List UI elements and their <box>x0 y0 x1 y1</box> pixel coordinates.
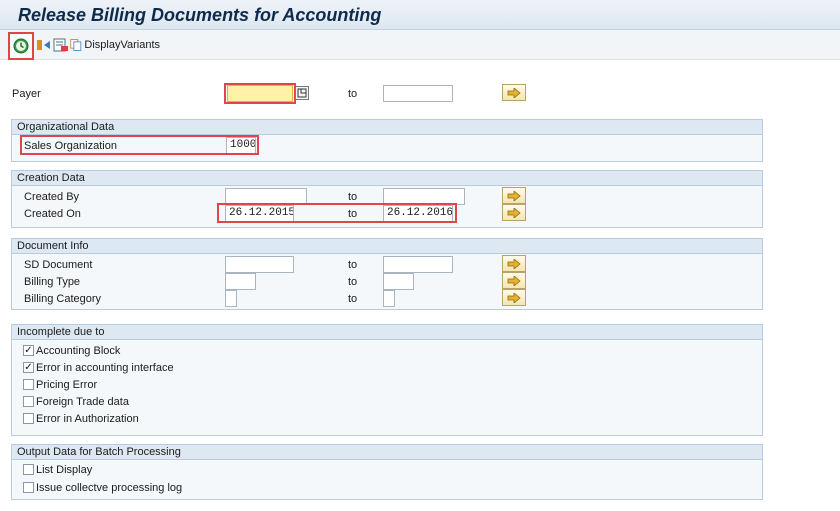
group-header: Incomplete due to <box>12 325 762 340</box>
sales-org-highlight <box>20 135 259 155</box>
created-by-multiple-selection-button[interactable] <box>502 187 526 204</box>
delete-variant-button[interactable] <box>53 34 69 56</box>
checkbox-label: Accounting Block <box>36 345 121 357</box>
billing-type-from-field[interactable] <box>225 273 256 290</box>
arrow-right-icon <box>507 275 521 286</box>
arrow-right-icon <box>507 190 521 201</box>
created-on-highlight <box>217 203 457 223</box>
created-by-label: Created By <box>24 191 80 203</box>
sd-document-label: SD Document <box>24 259 93 271</box>
checkbox-list-display[interactable] <box>23 464 34 475</box>
created-on-multiple-selection-button[interactable] <box>502 204 526 221</box>
checkbox-label: Foreign Trade data <box>36 396 129 408</box>
billing-category-multiple-selection-button[interactable] <box>502 289 526 306</box>
multiple-selection-button[interactable] <box>295 86 309 100</box>
group-header: Document Info <box>12 239 762 254</box>
title-bar: Release Billing Documents for Accounting <box>0 0 840 30</box>
execute-clock-icon <box>13 38 29 54</box>
execute-button[interactable] <box>8 32 34 60</box>
checkbox-label: Error in accounting interface <box>36 362 174 374</box>
checkbox-label: Issue collectve processing log <box>36 482 183 494</box>
page-title: Release Billing Documents for Accounting <box>18 5 382 25</box>
variants-icon <box>70 39 82 51</box>
checkbox-error-in-authorization[interactable] <box>23 413 34 424</box>
application-toolbar: DisplayVariants <box>0 30 840 60</box>
sd-document-to-label: to <box>348 259 358 271</box>
checkbox-accounting-block[interactable]: ✓ <box>23 345 34 356</box>
billing-category-label: Billing Category <box>24 293 102 305</box>
payer-highlight <box>224 83 296 104</box>
get-variant-button[interactable] <box>36 34 52 56</box>
billing-category-to-field[interactable] <box>383 290 395 307</box>
billing-category-to-label: to <box>348 293 358 305</box>
group-header: Organizational Data <box>12 120 762 135</box>
billing-type-to-label: to <box>348 276 358 288</box>
payer-to-field[interactable] <box>383 85 453 102</box>
sd-document-multiple-selection-button[interactable] <box>502 255 526 272</box>
payer-multiple-selection-button[interactable] <box>502 84 526 101</box>
multiple-selection-icon <box>297 88 307 98</box>
billing-type-multiple-selection-button[interactable] <box>502 272 526 289</box>
sd-document-from-field[interactable] <box>225 256 294 273</box>
group-header: Output Data for Batch Processing <box>12 445 762 460</box>
checkbox-label: List Display <box>36 464 93 476</box>
arrow-right-icon <box>507 292 521 303</box>
payer-label: Payer <box>12 88 41 100</box>
billing-type-to-field[interactable] <box>383 273 414 290</box>
checkbox-pricing-error[interactable] <box>23 379 34 390</box>
group-header: Creation Data <box>12 171 762 186</box>
billing-type-label: Billing Type <box>24 276 81 288</box>
checkbox-label: Pricing Error <box>36 379 98 391</box>
display-variants-label: DisplayVariants <box>84 39 160 51</box>
delete-variant-icon <box>53 38 68 52</box>
created-on-label: Created On <box>24 208 81 220</box>
get-variant-icon <box>37 40 50 50</box>
checkbox-label: Error in Authorization <box>36 413 139 425</box>
display-variants-button[interactable]: DisplayVariants <box>70 34 160 56</box>
arrow-right-icon <box>507 258 521 269</box>
checkbox-foreign-trade-data[interactable] <box>23 396 34 407</box>
sd-document-to-field[interactable] <box>383 256 453 273</box>
checkbox-issue-processing-log[interactable] <box>23 482 34 493</box>
created-by-to-label: to <box>348 191 358 203</box>
checkbox-error-accounting-interface[interactable]: ✓ <box>23 362 34 373</box>
payer-to-label: to <box>348 88 358 100</box>
arrow-right-icon <box>507 207 521 218</box>
billing-category-from-field[interactable] <box>225 290 237 307</box>
arrow-right-icon <box>507 87 521 98</box>
checkmark-icon: ✓ <box>24 362 33 373</box>
checkmark-icon: ✓ <box>24 345 33 356</box>
